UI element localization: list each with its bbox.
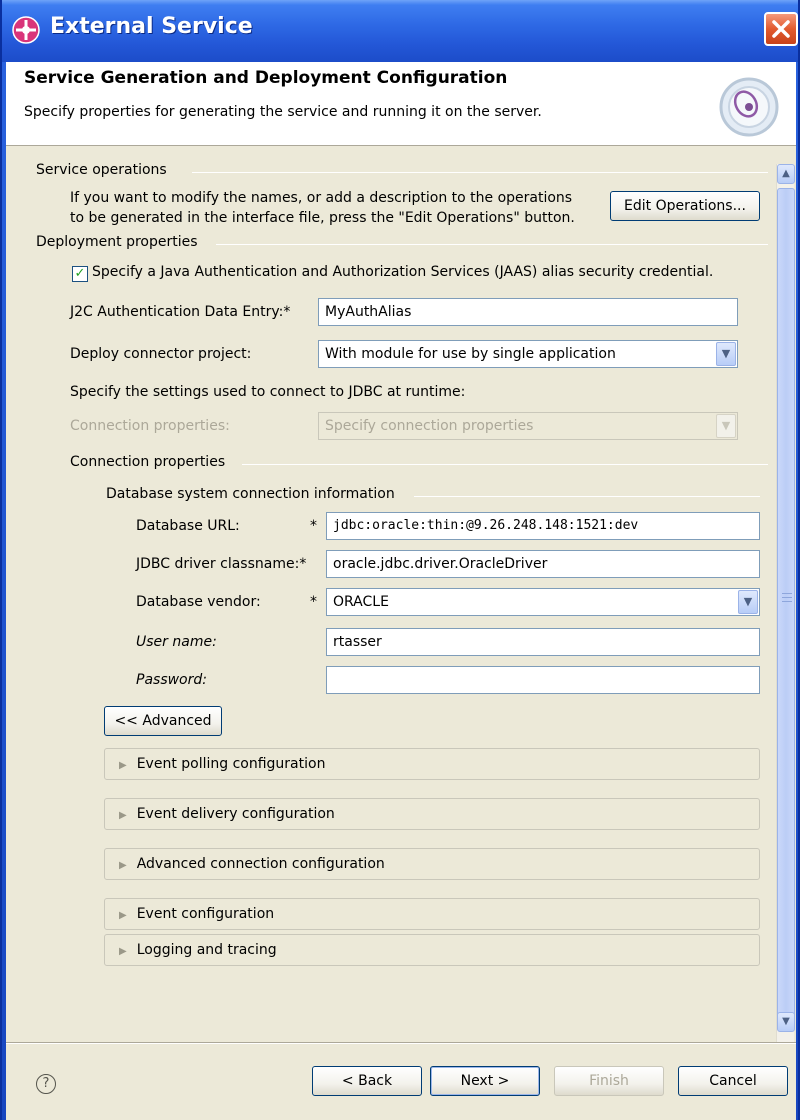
- window-close-button[interactable]: [764, 12, 798, 46]
- divider: [192, 172, 768, 173]
- chevron-right-icon: ▶: [119, 910, 127, 921]
- database-url-label: Database URL:: [136, 518, 240, 534]
- jaas-checkbox-label: Specify a Java Authentication and Author…: [92, 264, 714, 280]
- advanced-toggle-button[interactable]: << Advanced: [104, 706, 222, 736]
- required-marker: *: [310, 594, 317, 610]
- page-description: Specify properties for generating the se…: [24, 104, 542, 120]
- jaas-checkbox[interactable]: ✓: [72, 266, 88, 282]
- divider: [414, 496, 760, 497]
- wizard-banner-icon: [719, 77, 779, 137]
- section-label: Event delivery configuration: [136, 806, 335, 822]
- scroll-up-button[interactable]: ▲: [777, 164, 795, 184]
- cancel-button[interactable]: Cancel: [678, 1066, 788, 1096]
- connection-properties-label: Connection properties: [70, 454, 232, 470]
- user-name-label: User name:: [136, 634, 217, 650]
- footer-divider: [6, 1042, 796, 1044]
- chevron-right-icon: ▶: [119, 860, 127, 871]
- close-icon: [772, 20, 790, 38]
- next-button[interactable]: Next >: [430, 1066, 540, 1096]
- database-vendor-label: Database vendor:: [136, 594, 261, 610]
- scroll-thumb[interactable]: [777, 188, 795, 1018]
- service-operations-text-2: to be generated in the interface file, p…: [70, 210, 575, 226]
- j2c-label: J2C Authentication Data Entry:*: [70, 304, 291, 320]
- deploy-connector-value: With module for use by single applicatio…: [325, 346, 616, 362]
- advanced-connection-section[interactable]: ▶ Advanced connection configuration: [104, 848, 760, 880]
- deployment-properties-label: Deployment properties: [36, 234, 204, 250]
- grip-line: [782, 593, 792, 594]
- page-header: Service Generation and Deployment Config…: [6, 62, 796, 146]
- section-label: Event configuration: [136, 906, 275, 922]
- help-icon[interactable]: ?: [36, 1074, 56, 1094]
- chevron-down-icon[interactable]: ▼: [716, 342, 736, 366]
- jdbc-driver-input[interactable]: oracle.jdbc.driver.OracleDriver: [326, 550, 760, 578]
- edit-operations-button[interactable]: Edit Operations...: [610, 191, 760, 221]
- title-bar[interactable]: External Service: [2, 0, 798, 62]
- database-vendor-select[interactable]: ORACLE ▼: [326, 588, 760, 616]
- section-label: Logging and tracing: [136, 942, 277, 958]
- password-label: Password:: [136, 672, 207, 688]
- service-operations-label: Service operations: [36, 162, 173, 178]
- jdbc-driver-label: JDBC driver classname:*: [136, 556, 307, 572]
- chevron-down-icon[interactable]: ▼: [738, 590, 758, 614]
- event-configuration-section[interactable]: ▶ Event configuration: [104, 898, 760, 930]
- service-app-icon: [12, 16, 40, 44]
- event-polling-section[interactable]: ▶ Event polling configuration: [104, 748, 760, 780]
- jdbc-runtime-text: Specify the settings used to connect to …: [70, 384, 466, 400]
- grip-line: [782, 597, 792, 598]
- connection-properties-select: Specify connection properties ▼: [318, 412, 738, 440]
- grip-line: [782, 601, 792, 602]
- window-title: External Service: [50, 14, 253, 39]
- dialog-client-area: Service Generation and Deployment Config…: [6, 62, 796, 1120]
- event-delivery-section[interactable]: ▶ Event delivery configuration: [104, 798, 760, 830]
- dialog-window: External Service Service Generation and …: [0, 0, 800, 1120]
- password-input[interactable]: [326, 666, 760, 694]
- chevron-right-icon: ▶: [119, 810, 127, 821]
- logging-tracing-section[interactable]: ▶ Logging and tracing: [104, 934, 760, 966]
- back-button[interactable]: < Back: [312, 1066, 422, 1096]
- chevron-right-icon: ▶: [119, 946, 127, 957]
- divider: [216, 244, 768, 245]
- vertical-scrollbar[interactable]: ▲ ▼: [776, 164, 795, 1044]
- section-label: Event polling configuration: [136, 756, 326, 772]
- database-vendor-value: ORACLE: [333, 594, 389, 610]
- scroll-content: Service operations If you want to modify…: [20, 150, 776, 1050]
- scroll-down-button[interactable]: ▼: [777, 1012, 795, 1032]
- database-url-input[interactable]: jdbc:oracle:thin:@9.26.248.148:1521:dev: [326, 512, 760, 540]
- service-operations-text-1: If you want to modify the names, or add …: [70, 190, 573, 206]
- j2c-auth-input[interactable]: MyAuthAlias: [318, 298, 738, 326]
- connection-properties-select-label: Connection properties:: [70, 418, 230, 434]
- page-title: Service Generation and Deployment Config…: [24, 68, 508, 88]
- user-name-input[interactable]: rtasser: [326, 628, 760, 656]
- section-label: Advanced connection configuration: [136, 856, 385, 872]
- required-marker: *: [310, 518, 317, 534]
- chevron-down-icon: ▼: [716, 414, 736, 438]
- connection-properties-select-value: Specify connection properties: [325, 418, 534, 434]
- deploy-connector-label: Deploy connector project:: [70, 346, 252, 362]
- divider: [242, 464, 768, 465]
- chevron-right-icon: ▶: [119, 760, 127, 771]
- deploy-connector-select[interactable]: With module for use by single applicatio…: [318, 340, 738, 368]
- finish-button: Finish: [554, 1066, 664, 1096]
- database-system-connection-label: Database system connection information: [106, 486, 401, 502]
